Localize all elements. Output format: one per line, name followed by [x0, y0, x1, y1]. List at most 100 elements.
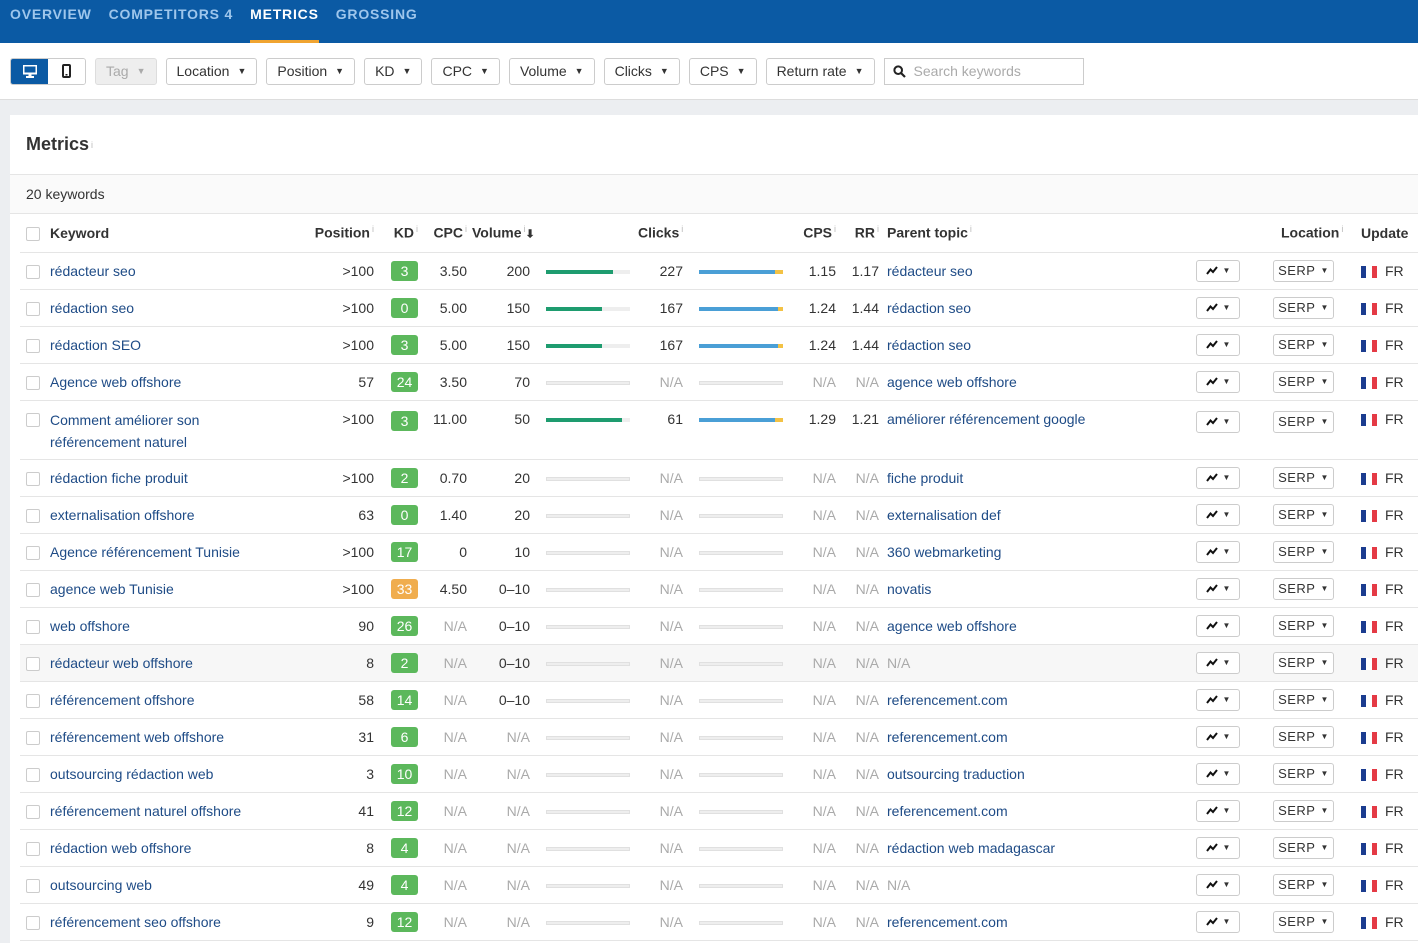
- row-checkbox[interactable]: [26, 301, 40, 316]
- row-checkbox[interactable]: [26, 508, 40, 523]
- header-update[interactable]: Update: [1353, 214, 1418, 253]
- trend-dropdown-button[interactable]: ▼: [1196, 836, 1240, 859]
- row-checkbox[interactable]: [26, 878, 40, 893]
- trend-dropdown-button[interactable]: ▼: [1196, 614, 1240, 637]
- parent-topic-link[interactable]: agence web offshore: [887, 618, 1017, 634]
- serp-dropdown-button[interactable]: SERP ▼: [1273, 466, 1334, 489]
- header-keyword[interactable]: Keyword: [50, 214, 286, 253]
- serp-dropdown-button[interactable]: SERP ▼: [1273, 836, 1334, 859]
- row-checkbox[interactable]: [26, 582, 40, 597]
- tab-overview[interactable]: OVERVIEW: [10, 0, 92, 43]
- desktop-button[interactable]: [11, 58, 48, 84]
- parent-topic-link[interactable]: referencement.com: [887, 914, 1008, 930]
- keyword-link[interactable]: rédaction seo: [50, 300, 134, 316]
- trend-dropdown-button[interactable]: ▼: [1196, 410, 1240, 433]
- row-checkbox[interactable]: [26, 656, 40, 671]
- position-filter[interactable]: Position ▼: [266, 57, 356, 85]
- trend-dropdown-button[interactable]: ▼: [1196, 466, 1240, 489]
- serp-dropdown-button[interactable]: SERP ▼: [1273, 577, 1334, 600]
- location-filter[interactable]: Location ▼: [165, 57, 258, 85]
- tab-grossing[interactable]: GROSSING: [336, 0, 418, 43]
- parent-topic-link[interactable]: rédaction web madagascar: [887, 840, 1055, 856]
- header-position[interactable]: Position i: [286, 214, 374, 253]
- serp-dropdown-button[interactable]: SERP ▼: [1273, 614, 1334, 637]
- info-icon[interactable]: i: [970, 224, 972, 234]
- clicks-filter[interactable]: Clicks ▼: [603, 57, 680, 85]
- serp-dropdown-button[interactable]: SERP ▼: [1273, 688, 1334, 711]
- parent-topic-link[interactable]: N/A: [887, 655, 910, 671]
- row-checkbox[interactable]: [26, 915, 40, 930]
- keyword-link[interactable]: référencement web offshore: [50, 729, 224, 745]
- trend-dropdown-button[interactable]: ▼: [1196, 333, 1240, 356]
- info-icon[interactable]: i: [416, 224, 418, 234]
- keyword-link[interactable]: outsourcing web: [50, 877, 152, 893]
- keyword-link[interactable]: référencement offshore: [50, 692, 195, 708]
- keyword-link[interactable]: Agence référencement Tunisie: [50, 544, 240, 560]
- keyword-link[interactable]: rédaction SEO: [50, 337, 141, 353]
- serp-dropdown-button[interactable]: SERP ▼: [1273, 873, 1334, 896]
- keyword-link[interactable]: outsourcing rédaction web: [50, 766, 213, 782]
- trend-dropdown-button[interactable]: ▼: [1196, 688, 1240, 711]
- info-icon[interactable]: i: [465, 224, 467, 234]
- parent-topic-link[interactable]: externalisation def: [887, 507, 1001, 523]
- header-kd[interactable]: KD i: [374, 214, 418, 253]
- return-rate-filter[interactable]: Return rate ▼: [765, 57, 875, 85]
- parent-topic-link[interactable]: referencement.com: [887, 692, 1008, 708]
- header-cpc[interactable]: CPC i: [418, 214, 467, 253]
- mobile-button[interactable]: [48, 58, 85, 84]
- row-checkbox[interactable]: [26, 804, 40, 819]
- parent-topic-link[interactable]: fiche produit: [887, 470, 963, 486]
- tag-filter[interactable]: Tag ▼: [95, 57, 157, 85]
- trend-dropdown-button[interactable]: ▼: [1196, 370, 1240, 393]
- serp-dropdown-button[interactable]: SERP ▼: [1273, 503, 1334, 526]
- trend-dropdown-button[interactable]: ▼: [1196, 651, 1240, 674]
- serp-dropdown-button[interactable]: SERP ▼: [1273, 799, 1334, 822]
- parent-topic-link[interactable]: N/A: [887, 877, 910, 893]
- serp-dropdown-button[interactable]: SERP ▼: [1273, 762, 1334, 785]
- keyword-link[interactable]: Agence web offshore: [50, 374, 181, 390]
- cpc-filter[interactable]: CPC ▼: [431, 57, 500, 85]
- header-rr[interactable]: RR i: [836, 214, 879, 253]
- row-checkbox[interactable]: [26, 841, 40, 856]
- serp-dropdown-button[interactable]: SERP ▼: [1273, 910, 1334, 933]
- search-input[interactable]: [913, 63, 1074, 79]
- trend-dropdown-button[interactable]: ▼: [1196, 762, 1240, 785]
- info-icon[interactable]: i: [1341, 224, 1343, 234]
- keyword-link[interactable]: rédaction fiche produit: [50, 470, 188, 486]
- row-checkbox[interactable]: [26, 545, 40, 560]
- parent-topic-link[interactable]: rédaction seo: [887, 300, 971, 316]
- row-checkbox[interactable]: [26, 693, 40, 708]
- trend-dropdown-button[interactable]: ▼: [1196, 799, 1240, 822]
- parent-topic-link[interactable]: novatis: [887, 581, 931, 597]
- row-checkbox[interactable]: [26, 375, 40, 390]
- serp-dropdown-button[interactable]: SERP ▼: [1273, 370, 1334, 393]
- header-cps[interactable]: CPS i: [791, 214, 836, 253]
- row-checkbox[interactable]: [26, 619, 40, 634]
- trend-dropdown-button[interactable]: ▼: [1196, 503, 1240, 526]
- cps-filter[interactable]: CPS ▼: [688, 57, 757, 85]
- serp-dropdown-button[interactable]: SERP ▼: [1273, 296, 1334, 319]
- info-icon[interactable]: i: [877, 224, 879, 234]
- keyword-link[interactable]: référencement seo offshore: [50, 914, 221, 930]
- header-clicks[interactable]: Clicks i: [638, 214, 683, 253]
- trend-dropdown-button[interactable]: ▼: [1196, 540, 1240, 563]
- keyword-link[interactable]: externalisation offshore: [50, 507, 195, 523]
- serp-dropdown-button[interactable]: SERP ▼: [1273, 651, 1334, 674]
- keyword-link[interactable]: agence web Tunisie: [50, 581, 174, 597]
- trend-dropdown-button[interactable]: ▼: [1196, 577, 1240, 600]
- trend-dropdown-button[interactable]: ▼: [1196, 873, 1240, 896]
- row-checkbox[interactable]: [26, 471, 40, 486]
- row-checkbox[interactable]: [26, 338, 40, 353]
- keyword-link[interactable]: référencement naturel offshore: [50, 803, 241, 819]
- keyword-link[interactable]: rédaction web offshore: [50, 840, 191, 856]
- parent-topic-link[interactable]: outsourcing traduction: [887, 766, 1025, 782]
- parent-topic-link[interactable]: améliorer référencement google: [887, 411, 1085, 427]
- parent-topic-link[interactable]: rédacteur seo: [887, 263, 973, 279]
- trend-dropdown-button[interactable]: ▼: [1196, 296, 1240, 319]
- row-checkbox[interactable]: [26, 767, 40, 782]
- kd-filter[interactable]: KD ▼: [364, 57, 423, 85]
- serp-dropdown-button[interactable]: SERP ▼: [1273, 540, 1334, 563]
- row-checkbox[interactable]: [26, 412, 40, 427]
- info-icon[interactable]: i: [834, 224, 836, 234]
- serp-dropdown-button[interactable]: SERP ▼: [1273, 725, 1334, 748]
